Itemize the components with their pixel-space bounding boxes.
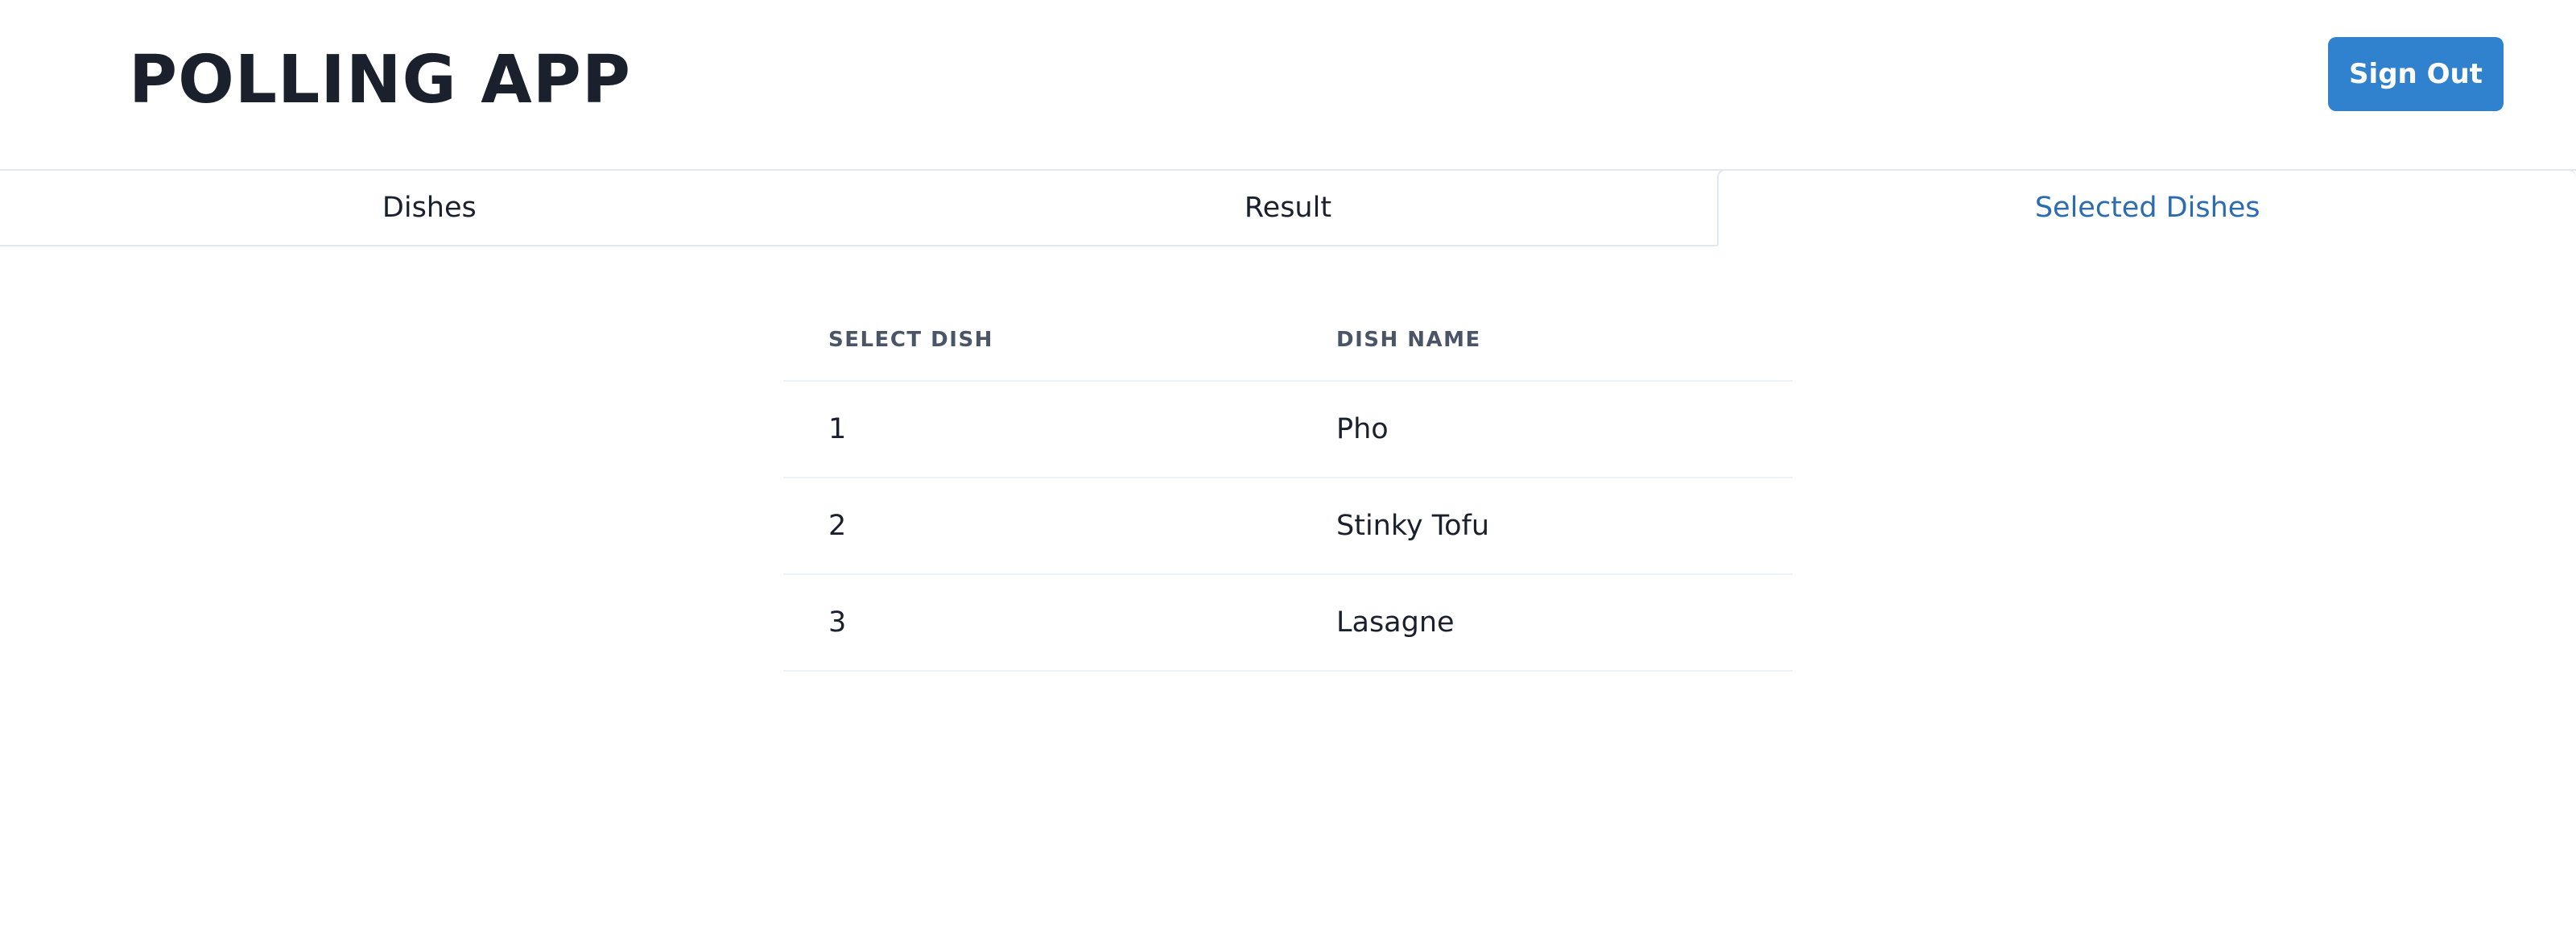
sign-out-button[interactable]: Sign Out (2328, 37, 2504, 111)
column-header-dish-name: DISH NAME (1291, 300, 1793, 382)
table-row: 1 Pho (783, 381, 1793, 478)
selected-dishes-table-container: SELECT DISH DISH NAME 1 Pho 2 Stinky Tof… (783, 300, 1793, 672)
table-row: 2 Stinky Tofu (783, 478, 1793, 575)
table-row: 3 Lasagne (783, 574, 1793, 672)
tab-dishes[interactable]: Dishes (0, 171, 859, 245)
app-title: POLLING APP (129, 42, 631, 118)
tab-bar: Dishes Result Selected Dishes (0, 169, 2576, 246)
app-header: POLLING APP Sign Out (0, 0, 2576, 169)
dish-name-cell: Pho (1291, 381, 1793, 478)
select-dish-cell: 3 (783, 574, 1291, 672)
selected-dishes-table: SELECT DISH DISH NAME 1 Pho 2 Stinky Tof… (783, 300, 1793, 672)
table-header-row: SELECT DISH DISH NAME (783, 300, 1793, 382)
select-dish-cell: 1 (783, 381, 1291, 478)
tab-result[interactable]: Result (859, 171, 1718, 245)
dish-name-cell: Lasagne (1291, 574, 1793, 672)
column-header-select-dish: SELECT DISH (783, 300, 1291, 382)
select-dish-cell: 2 (783, 478, 1291, 575)
dish-name-cell: Stinky Tofu (1291, 478, 1793, 575)
tab-selected-dishes[interactable]: Selected Dishes (1717, 169, 2576, 246)
